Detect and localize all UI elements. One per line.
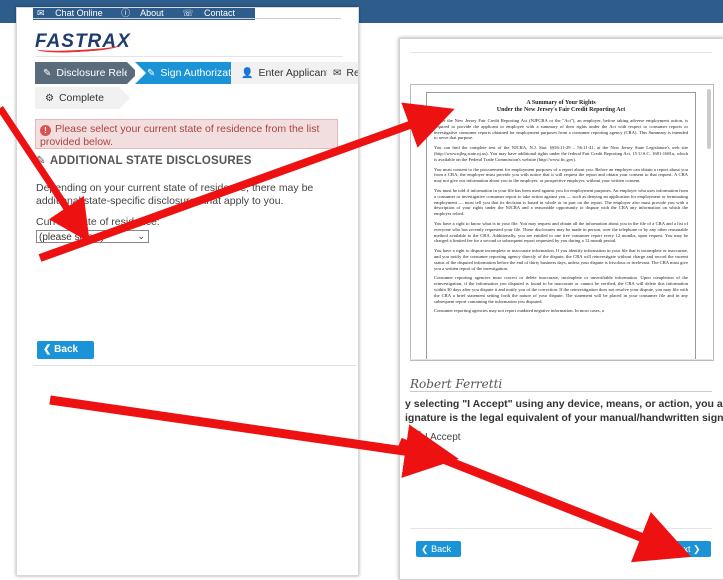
doc-paragraph: You can find the complete text of the NJ… bbox=[434, 145, 688, 162]
edit-icon: ✎ bbox=[36, 155, 46, 167]
doc-paragraph: Under the New Jersey Fair Credit Reporti… bbox=[434, 118, 688, 141]
section-description: Depending on your current state of resid… bbox=[36, 182, 314, 207]
doc-title: A Summary of Your Rights bbox=[526, 100, 596, 106]
edit-icon: ✎ bbox=[43, 68, 52, 79]
state-field-label: Current state of residence: bbox=[36, 216, 160, 228]
signature: Robert Ferretti bbox=[410, 377, 503, 391]
chat-online-link[interactable]: ✉ Chat Online bbox=[37, 8, 111, 18]
next-button[interactable]: Next ❯ bbox=[665, 541, 711, 557]
doc-paragraph: Consumer reporting agencies must correct… bbox=[434, 275, 688, 304]
about-link[interactable]: ⓘ About bbox=[121, 8, 172, 18]
state-alert: ! Please select your current state of res… bbox=[35, 119, 338, 149]
phone-icon: ☏ bbox=[182, 8, 194, 18]
document-page: A Summary of Your Rights Under the New J… bbox=[426, 92, 696, 360]
right-screenshot-panel: A Summary of Your Rights Under the New J… bbox=[399, 38, 723, 580]
exclamation-icon: ! bbox=[40, 125, 51, 136]
doc-paragraph: You have a right to dispute incomplete o… bbox=[434, 248, 688, 271]
fastrax-logo: FASTRAX bbox=[35, 31, 131, 55]
middle-divider bbox=[410, 359, 712, 360]
next-arrow-icon: ❯ bbox=[693, 544, 701, 554]
doc-paragraph: Consumer reporting agencies may not repo… bbox=[434, 308, 604, 314]
back-button[interactable]: ❮ Back bbox=[416, 541, 461, 557]
envelope-icon: ✉ bbox=[333, 68, 342, 79]
back-arrow-icon: ❮ bbox=[421, 544, 429, 554]
step-complete[interactable]: ⚙ Complete bbox=[35, 87, 130, 109]
doc-paragraph: You have a right to know what is in your… bbox=[434, 220, 688, 244]
footer-divider bbox=[33, 365, 356, 366]
contact-link[interactable]: ☏ Contact bbox=[182, 8, 243, 18]
left-screenshot-panel: ✉ Chat Online ⓘ About ☏ Contact FASTRAX … bbox=[16, 7, 359, 576]
doc-paragraph: You must consent to the procurement for … bbox=[434, 166, 688, 184]
info-icon: ⓘ bbox=[121, 8, 131, 18]
back-arrow-icon: ❮ bbox=[43, 344, 52, 355]
step-disclosure-release[interactable]: ✎ Disclosure Release bbox=[35, 62, 147, 84]
doc-subtitle: Under the New Jersey's Fair Credit Repor… bbox=[496, 107, 626, 113]
chevron-down-icon: ⌄ bbox=[137, 231, 145, 241]
progress-steps: ✎ Disclosure Release ✎ Sign Authorization … bbox=[35, 62, 358, 122]
nav-divider bbox=[33, 18, 341, 19]
bottom-divider bbox=[410, 528, 712, 529]
step-sign-authorization[interactable]: ✎ Sign Authorization bbox=[135, 62, 250, 84]
user-icon: 👤 bbox=[241, 68, 254, 79]
section-title: ✎ ADDITIONAL STATE DISCLOSURES bbox=[36, 155, 252, 167]
cogs-icon: ⚙ bbox=[45, 93, 54, 104]
chat-icon: ✉ bbox=[37, 8, 45, 18]
state-select[interactable]: (please select) ⌄ bbox=[36, 230, 149, 243]
agreement-text: y selecting "I Accept" using any device,… bbox=[405, 398, 723, 424]
accept-checkbox-row[interactable]: I Accept bbox=[410, 431, 461, 443]
top-divider bbox=[410, 52, 712, 53]
step-review[interactable]: ✉Review bbox=[327, 62, 358, 84]
header-divider bbox=[35, 56, 343, 57]
doc-paragraph: You must be told if information in your … bbox=[434, 187, 688, 217]
signature-line bbox=[410, 391, 712, 392]
back-button[interactable]: ❮ Back bbox=[37, 341, 94, 359]
edit-icon: ✎ bbox=[147, 68, 156, 79]
document-viewer[interactable]: A Summary of Your Rights Under the New J… bbox=[410, 84, 714, 361]
document-scrollbar[interactable] bbox=[707, 89, 711, 149]
accept-checkbox[interactable] bbox=[410, 431, 421, 442]
